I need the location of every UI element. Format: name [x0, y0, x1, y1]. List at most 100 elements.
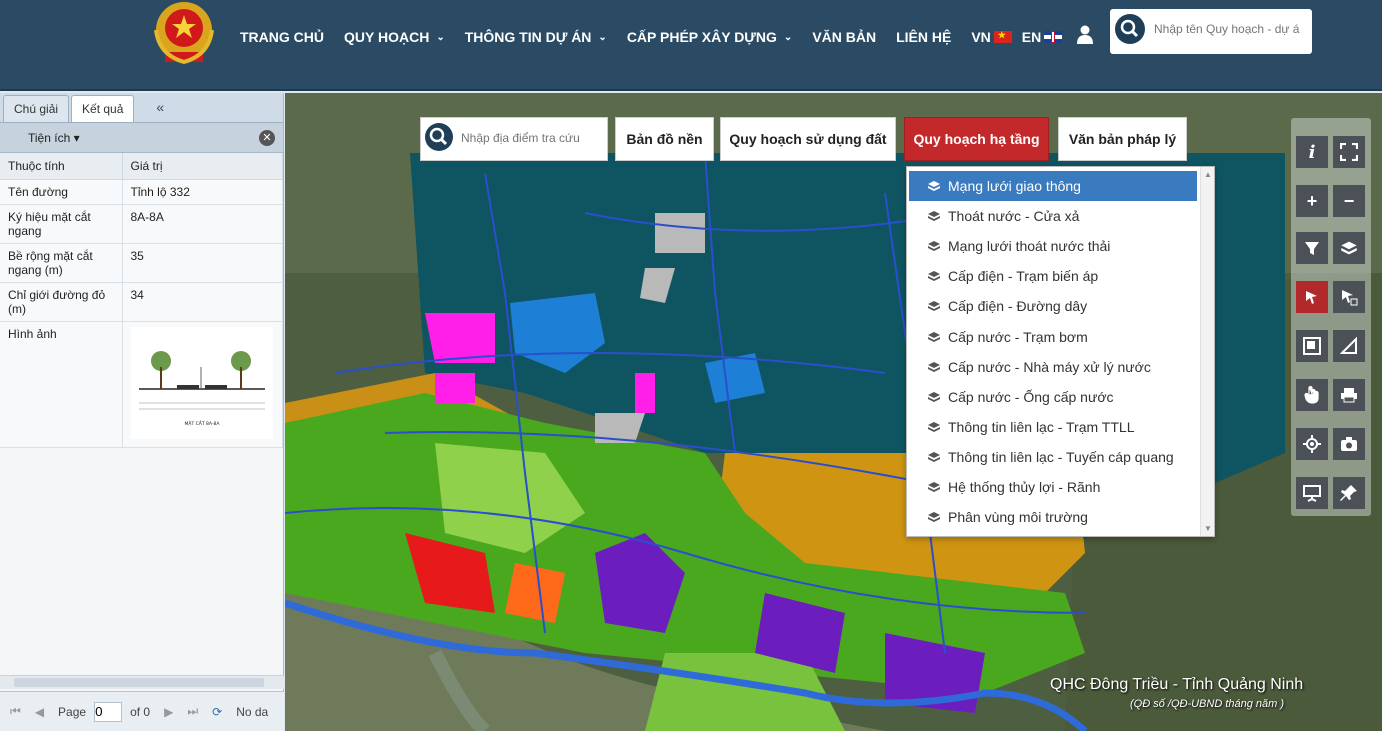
- page-input[interactable]: [94, 701, 123, 722]
- attribute-table: Thuộc tính Giá trị Tên đường Tỉnh lộ 332…: [0, 153, 283, 448]
- locate-icon[interactable]: [1296, 428, 1328, 460]
- print-icon[interactable]: [1333, 379, 1365, 411]
- layers-icon[interactable]: [1333, 232, 1365, 264]
- layer-item-mang-luoi-giao-thong[interactable]: Mạng lưới giao thông: [909, 171, 1197, 202]
- national-emblem-icon[interactable]: [151, 0, 217, 68]
- scroll-down-icon[interactable]: ▼: [1204, 524, 1212, 533]
- table-row: Chỉ giới đường đỏ (m) 34: [0, 282, 283, 322]
- page-label: Page: [58, 704, 87, 719]
- nav-quy-hoach[interactable]: QUY HOẠCH ⌄: [344, 29, 445, 45]
- pin-icon[interactable]: [1333, 477, 1365, 509]
- next-page-icon[interactable]: ▶: [164, 705, 173, 719]
- overview-icon[interactable]: [1296, 330, 1328, 362]
- pan-icon[interactable]: [1296, 379, 1328, 411]
- dropdown-scrollbar[interactable]: ▲ ▼: [1200, 167, 1214, 536]
- horizontal-scrollbar[interactable]: [0, 675, 284, 689]
- nav-lien-he[interactable]: LIÊN HỆ: [896, 29, 951, 45]
- table-row: Ký hiệu mặt cắt ngang 8A-8A: [0, 204, 283, 244]
- layers-icon: [928, 241, 940, 252]
- select-area-icon[interactable]: [1333, 281, 1365, 313]
- map-canvas[interactable]: [285, 93, 1382, 731]
- header: TRANG CHỦ QUY HOẠCH ⌄ THÔNG TIN DỰ ÁN ⌄ CẤ…: [0, 0, 1382, 91]
- layers-icon: [928, 271, 940, 282]
- value-cell: MẶT CẮT 8A-8A: [122, 321, 283, 448]
- basemap-button[interactable]: Bản đồ nền: [615, 117, 714, 161]
- layer-item-mang-luoi-thoat-nuoc-thai[interactable]: Mạng lưới thoát nước thải: [907, 231, 1214, 261]
- value-cell: Tỉnh lộ 332: [122, 179, 283, 205]
- prev-page-icon[interactable]: ◀: [35, 705, 44, 719]
- infrastructure-layer-dropdown: Mạng lưới giao thông Thoát nước - Cửa xả…: [906, 166, 1215, 537]
- layer-item-thuy-loi-ranh[interactable]: Hệ thống thủy lợi - Rãnh: [907, 472, 1214, 502]
- layers-icon: [928, 211, 940, 222]
- project-search: [1110, 9, 1312, 54]
- presentation-icon[interactable]: [1296, 477, 1328, 509]
- layers-icon: [928, 301, 940, 312]
- attr-cell: Chỉ giới đường đỏ (m): [0, 282, 123, 322]
- layers-icon: [928, 481, 940, 492]
- uk-flag-icon: [1044, 31, 1063, 43]
- tab-chu-giai[interactable]: Chú giải: [3, 95, 70, 122]
- utility-dropdown[interactable]: Tiện ích ▾: [28, 131, 80, 145]
- search-icon[interactable]: [1115, 14, 1145, 44]
- attr-cell: Ký hiệu mặt cắt ngang: [0, 204, 123, 244]
- value-cell: 8A-8A: [122, 204, 283, 244]
- project-search-input[interactable]: [1154, 22, 1306, 36]
- location-search-input[interactable]: [461, 131, 601, 145]
- layers-icon: [928, 421, 940, 432]
- layer-item-cap-nuoc-nha-may[interactable]: Cấp nước - Nhà máy xử lý nước: [907, 352, 1214, 382]
- nav-van-ban[interactable]: VĂN BẢN: [812, 29, 876, 45]
- search-icon[interactable]: [425, 123, 453, 151]
- no-data-label: No da: [236, 704, 269, 719]
- table-row: Hình ảnh MẶT CẮT 8A-8A: [0, 321, 283, 448]
- layers-icon: [928, 331, 940, 342]
- layer-item-phan-vung-moi-truong[interactable]: Phân vùng môi trường: [907, 502, 1214, 532]
- collapse-panel-icon[interactable]: «: [156, 99, 164, 115]
- table-row: Tên đường Tỉnh lộ 332: [0, 179, 283, 205]
- refresh-icon[interactable]: ⟳: [212, 705, 222, 719]
- panel-tabs: Chú giải Kết quả «: [0, 93, 283, 123]
- scroll-up-icon[interactable]: ▲: [1204, 170, 1212, 179]
- layers-icon: [928, 181, 940, 192]
- layers-icon: [928, 361, 940, 372]
- filter-icon[interactable]: [1296, 232, 1328, 264]
- select-point-icon[interactable]: [1296, 281, 1328, 313]
- layer-item-cap-nuoc-tram-bom[interactable]: Cấp nước - Trạm bơm: [907, 321, 1214, 351]
- first-page-icon[interactable]: ⏮: [10, 704, 21, 719]
- nav-trang-chu[interactable]: TRANG CHỦ: [240, 29, 324, 45]
- value-cell: 35: [122, 243, 283, 283]
- layer-item-cap-dien-tram-bien-ap[interactable]: Cấp điện - Trạm biến áp: [907, 261, 1214, 291]
- chevron-down-icon: ⌄: [783, 31, 793, 43]
- lang-vn[interactable]: VN: [971, 29, 1012, 45]
- layer-item-cap-dien-duong-day[interactable]: Cấp điện - Đường dây: [907, 291, 1214, 321]
- last-page-icon[interactable]: ⏭: [187, 704, 198, 719]
- fullscreen-icon[interactable]: [1333, 136, 1365, 168]
- measure-icon[interactable]: [1333, 330, 1365, 362]
- layer-item-thoat-nuoc-cua-xa[interactable]: Thoát nước - Cửa xả: [907, 201, 1214, 231]
- cross-section-image[interactable]: MẶT CẮT 8A-8A: [130, 327, 273, 439]
- info-icon[interactable]: i: [1296, 136, 1328, 168]
- chevron-down-icon: ⌄: [598, 31, 607, 43]
- nav-cap-phep-xay-dung[interactable]: CẤP PHÉP XÂY DỰNG ⌄: [627, 29, 793, 45]
- table-row: Bề rộng mặt cắt ngang (m) 35: [0, 243, 283, 283]
- close-icon[interactable]: ✕: [259, 130, 275, 146]
- layer-item-ttll-cap-quang[interactable]: Thông tin liên lạc - Tuyến cáp quang: [907, 442, 1214, 472]
- layers-icon: [928, 391, 940, 402]
- infrastructure-planning-button[interactable]: Quy hoạch hạ tầng: [904, 117, 1049, 161]
- screenshot-icon[interactable]: [1333, 428, 1365, 460]
- layer-item-cap-nuoc-ong[interactable]: Cấp nước - Ống cấp nước: [907, 382, 1214, 412]
- map-title: QHC Đông Triều - Tỉnh Quảng Ninh: [1050, 676, 1304, 693]
- left-panel: Chú giải Kết quả « Tiện ích ▾ ✕ Thuộc tí…: [0, 93, 284, 731]
- tab-ket-qua[interactable]: Kết quả: [71, 95, 135, 122]
- land-use-planning-button[interactable]: Quy hoạch sử dụng đất: [720, 117, 896, 161]
- layer-item-ttll-tram[interactable]: Thông tin liên lạc - Trạm TTLL: [907, 412, 1214, 442]
- attr-cell: Hình ảnh: [0, 321, 123, 448]
- value-cell: 34: [122, 282, 283, 322]
- zoom-in-icon[interactable]: +: [1296, 185, 1328, 217]
- zoom-out-icon[interactable]: −: [1333, 185, 1365, 217]
- map-decision-note: (QĐ số /QĐ-UBND tháng năm ): [1130, 698, 1285, 710]
- main-nav: TRANG CHỦ QUY HOẠCH ⌄ THÔNG TIN DỰ ÁN ⌄ CẤ…: [240, 26, 1072, 48]
- user-icon[interactable]: [1076, 25, 1094, 45]
- legal-documents-button[interactable]: Văn bản pháp lý: [1058, 117, 1187, 161]
- nav-thong-tin-du-an[interactable]: THÔNG TIN DỰ ÁN ⌄: [465, 29, 607, 45]
- lang-en[interactable]: EN: [1022, 29, 1063, 45]
